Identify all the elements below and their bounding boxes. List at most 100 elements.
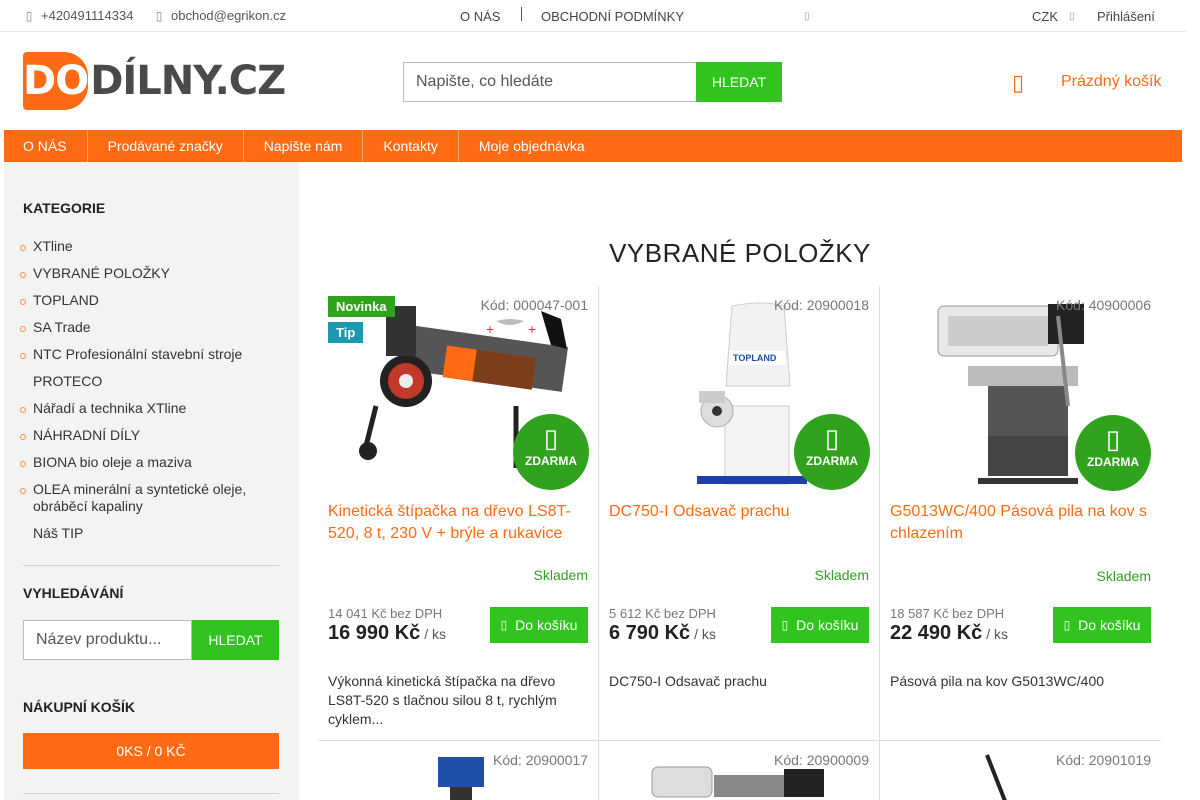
stock-status: Skladem (533, 567, 588, 583)
product-name-link[interactable]: Kinetická štípačka na dřevo LS8T-520, 8 … (328, 501, 588, 545)
new-badge: Novinka (328, 296, 395, 317)
free-label: ZDARMA (525, 454, 577, 468)
main-nav: O NÁS Prodávané značky Napište nám Konta… (4, 130, 1182, 162)
product-card: Kód: 20901019 (880, 741, 1161, 800)
nav-item-contact-us[interactable]: Napište nám (244, 130, 364, 162)
login-link[interactable]: Přihlášení (1097, 9, 1155, 24)
category-item[interactable]: NTC Profesionální stavební stroje (20, 346, 283, 363)
product-price: 6 790 Kč / ks (609, 622, 716, 645)
price-value: 22 490 Kč (890, 622, 983, 644)
topbar-about-link[interactable]: O NÁS (460, 9, 500, 24)
price-unit: / ks (694, 626, 716, 642)
nav-item-about[interactable]: O NÁS (4, 130, 88, 162)
email-contact[interactable]: ▯ obchod@egrikon.cz (153, 8, 286, 23)
cart-icon[interactable]: ▯ (1012, 70, 1024, 96)
price-value: 6 790 Kč (609, 622, 691, 644)
nav-item-contacts[interactable]: Kontakty (363, 130, 459, 162)
product-price: 22 490 Kč / ks (890, 622, 1008, 645)
product-card: Kód: 20900017 (318, 741, 599, 800)
currency-select[interactable]: CZK (1032, 9, 1058, 24)
cart-link[interactable]: Prázdný košík (1061, 73, 1161, 91)
svg-text:+: + (528, 321, 536, 337)
product-description: DC750-I Odsavač prachu (609, 673, 767, 689)
topland-label: TOPLAND (733, 353, 777, 363)
categories-heading: KATEGORIE (23, 200, 106, 216)
product-search-input[interactable] (23, 620, 192, 660)
product-code: Kód: 20900009 (774, 752, 869, 768)
sidebar-divider (23, 793, 279, 794)
product-card: Kód: 20900009 (599, 741, 880, 800)
category-item[interactable]: XTline (20, 238, 283, 255)
cart-icon: ▯ (781, 618, 789, 632)
category-item[interactable]: PROTECO (23, 373, 283, 390)
price-value: 16 990 Kč (328, 622, 421, 644)
cart-summary-button[interactable]: 0KS / 0 KČ (23, 733, 279, 769)
site-logo[interactable]: DO DÍLNY.CZ (23, 50, 286, 112)
product-code: Kód: 20901019 (1056, 752, 1151, 768)
price-ex-vat: 5 612 Kč bez DPH (609, 606, 716, 621)
tip-badge: Tip (328, 322, 364, 343)
gift-icon: ▯ (824, 423, 840, 453)
topbar-divider (521, 7, 522, 21)
sidebar-divider (23, 565, 279, 566)
tool-image[interactable] (975, 751, 1025, 800)
phone-icon: ▯ (25, 8, 33, 23)
gift-icon: ▯ (543, 423, 559, 453)
more-icon[interactable]: ▯ (804, 11, 810, 22)
nav-item-my-order[interactable]: Moje objednávka (459, 130, 605, 162)
header-search: HLEDAT (403, 62, 782, 102)
product-card: Kód: 40900006 ▯ ZDARMA G5013WC/400 Pásov… (880, 286, 1161, 740)
category-item[interactable]: Náš TIP (23, 525, 283, 542)
category-item[interactable]: OLEA minerální a syntetické oleje, obráb… (20, 481, 283, 515)
category-item[interactable]: Nářadí a technika XTline (20, 400, 283, 417)
add-to-cart-label: Do košíku (515, 617, 578, 633)
product-name-link[interactable]: DC750-I Odsavač prachu (609, 501, 869, 523)
phone-number: +420491114334 (41, 8, 134, 23)
topbar-terms-link[interactable]: OBCHODNÍ PODMÍNKY (541, 9, 684, 24)
category-item[interactable]: VYBRANÉ POLOŽKY (20, 265, 283, 282)
product-search-button[interactable]: HLEDAT (192, 620, 279, 660)
product-description: Pásová pila na kov G5013WC/400 (890, 673, 1105, 689)
cart-icon: ▯ (1063, 618, 1071, 632)
product-card: TOPLAND Kód: 20900018 ▯ ZDARMA DC750-I O… (599, 286, 880, 740)
product-code: Kód: 20900017 (493, 752, 588, 768)
search-heading: VYHLEDÁVÁNÍ (23, 585, 124, 601)
category-item[interactable]: BIONA bio oleje a maziva (20, 454, 283, 471)
nav-item-brands[interactable]: Prodávané značky (88, 130, 244, 162)
stock-status: Skladem (1096, 568, 1151, 584)
add-to-cart-button[interactable]: ▯ Do košíku (771, 607, 869, 643)
product-description: Výkonná kinetická štípačka na dřevo LS8T… (328, 673, 557, 727)
add-to-cart-button[interactable]: ▯ Do košíku (490, 607, 588, 643)
free-label: ZDARMA (1087, 455, 1139, 469)
sidebar: KATEGORIE XTline VYBRANÉ POLOŽKY TOPLAND… (4, 162, 299, 800)
product-card: + + Novinka Tip Kód: 000047-001 ▯ ZDARMA… (318, 286, 599, 740)
price-unit: / ks (424, 626, 446, 642)
category-item[interactable]: TOPLAND (20, 292, 283, 309)
sidebar-search: HLEDAT (23, 620, 279, 660)
category-item[interactable]: NÁHRADNÍ DÍLY (20, 427, 283, 444)
product-code: Kód: 20900018 (774, 297, 869, 313)
search-button[interactable]: HLEDAT (696, 62, 782, 102)
free-gift-badge: ▯ ZDARMA (513, 414, 589, 490)
gift-icon: ▯ (1105, 424, 1121, 454)
product-name-link[interactable]: G5013WC/400 Pásová pila na kov s chlazen… (890, 501, 1150, 545)
logo-text: DÍLNY.CZ (90, 58, 286, 104)
logo-mark: DO (23, 52, 89, 110)
price-ex-vat: 18 587 Kč bez DPH (890, 606, 1005, 621)
category-item[interactable]: SA Trade (20, 319, 283, 336)
add-to-cart-button[interactable]: ▯ Do košíku (1053, 607, 1151, 643)
product-code: Kód: 40900006 (1056, 297, 1151, 313)
stock-status: Skladem (814, 567, 869, 583)
product-code: Kód: 000047-001 (480, 297, 588, 313)
cart-icon: ▯ (500, 618, 508, 632)
user-icon: ▯ (1069, 11, 1075, 22)
top-bar: ▯ +420491114334 ▯ obchod@egrikon.cz O NÁ… (0, 0, 1186, 32)
email-icon: ▯ (155, 8, 163, 23)
phone-contact[interactable]: ▯ +420491114334 (23, 8, 134, 23)
search-input[interactable] (403, 62, 696, 102)
free-gift-badge: ▯ ZDARMA (794, 414, 870, 490)
add-to-cart-label: Do košíku (1078, 617, 1141, 633)
free-gift-badge: ▯ ZDARMA (1075, 415, 1151, 491)
product-price: 16 990 Kč / ks (328, 622, 446, 645)
page-title: VYBRANÉ POLOŽKY (609, 238, 871, 268)
